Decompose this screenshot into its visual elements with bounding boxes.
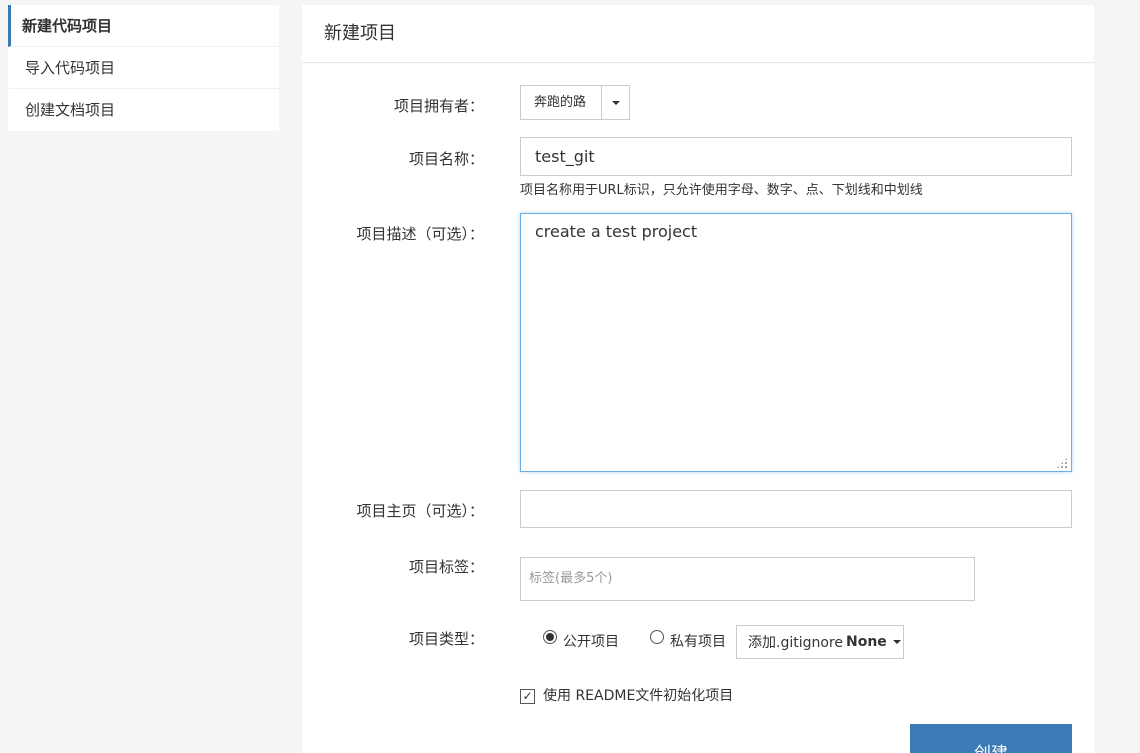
project-type-label: 项目类型： [408,630,484,648]
owner-label: 项目拥有者： [393,97,484,115]
owner-value: 奔跑的路 [534,95,587,110]
sidebar-nav: 新建代码项目 导入代码项目 创建文档项目 [8,5,279,131]
project-homepage-input[interactable] [520,490,1072,528]
description-label: 项目描述（可选）： [356,225,484,243]
public-radio[interactable] [543,630,557,644]
chevron-down-icon [611,100,620,105]
sidebar-item-create-doc-project[interactable]: 创建文档项目 [8,89,279,131]
gitignore-value: None [846,634,887,650]
sidebar-item-import-code-project[interactable]: 导入代码项目 [8,47,279,89]
name-label: 项目名称： [408,150,484,168]
project-description-textarea[interactable]: create a test project [520,213,1072,472]
private-radio[interactable] [650,630,664,644]
gitignore-dropdown-button[interactable]: 添加.gitignore None [736,625,904,659]
owner-select[interactable]: 奔跑的路 [520,85,630,120]
project-tags-input[interactable]: 标签(最多5个) [520,557,975,601]
project-name-hint: 项目名称用于URL标识，只允许使用字母、数字、点、下划线和中划线 [520,183,923,198]
owner-dropdown-toggle[interactable] [601,86,629,119]
private-radio-label[interactable]: 私有项目 [670,631,726,651]
tags-label: 项目标签： [408,558,484,576]
homepage-label: 项目主页（可选）： [356,502,484,520]
public-radio-label[interactable]: 公开项目 [563,631,619,651]
readme-checkbox[interactable]: ✓ [520,689,535,704]
create-button[interactable]: 创建 [910,724,1072,753]
project-name-input[interactable] [520,137,1072,176]
gitignore-prefix: 添加.gitignore [748,635,843,651]
chevron-down-icon [892,640,901,644]
readme-checkbox-label[interactable]: 使用 README文件初始化项目 [543,685,733,705]
sidebar-item-new-code-project[interactable]: 新建代码项目 [8,5,279,47]
new-project-panel: 新建项目 项目拥有者： 奔跑的路 项目名称： 项目名称用于URL标识，只允许使用… [302,5,1094,753]
page-title: 新建项目 [302,5,1094,63]
